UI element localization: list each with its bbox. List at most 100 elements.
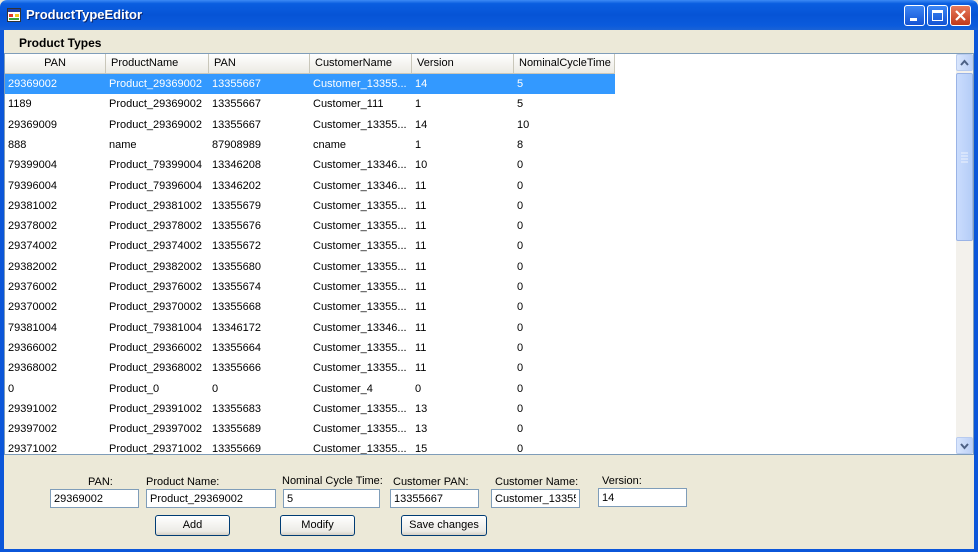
minimize-button[interactable] — [904, 5, 925, 26]
table-cell[interactable]: 11 — [412, 257, 514, 277]
table-cell[interactable]: 10 — [412, 155, 514, 175]
table-cell[interactable]: 13355672 — [209, 236, 310, 256]
table-cell[interactable]: 79399004 — [5, 155, 106, 175]
table-cell[interactable]: Customer_13355... — [310, 338, 412, 358]
table-cell[interactable]: 11 — [412, 338, 514, 358]
table-row[interactable]: 29397002 Product_29397002 13355689 Customer… — [5, 419, 615, 439]
table-row[interactable]: 29366002 Product_29366002 13355664 Customer… — [5, 338, 615, 358]
table-cell[interactable]: 29369009 — [5, 115, 106, 135]
version-input[interactable] — [598, 488, 687, 507]
table-cell[interactable]: Product_29382002 — [106, 257, 209, 277]
table-cell[interactable]: Product_79396004 — [106, 176, 209, 196]
table-cell[interactable]: Customer_13346... — [310, 176, 412, 196]
pan-input[interactable] — [50, 489, 139, 508]
table-cell[interactable]: Customer_13355... — [310, 419, 412, 439]
table-row[interactable]: 29381002 Product_29381002 13355679 Customer… — [5, 196, 615, 216]
table-cell[interactable]: 0 — [514, 176, 615, 196]
table-cell[interactable]: 13355668 — [209, 297, 310, 317]
table-cell[interactable]: 29369002 — [5, 74, 106, 94]
table-row[interactable]: 79381004 Product_79381004 13346172 Customer… — [5, 318, 615, 338]
table-cell[interactable]: 13355666 — [209, 358, 310, 378]
table-row[interactable]: 888 name 87908989 cname 1 8 — [5, 135, 615, 155]
table-cell[interactable]: 11 — [412, 236, 514, 256]
table-cell[interactable]: Customer_13355... — [310, 297, 412, 317]
table-cell[interactable]: 1 — [412, 135, 514, 155]
add-button[interactable]: Add — [155, 515, 230, 536]
table-cell[interactable]: Product_29376002 — [106, 277, 209, 297]
table-cell[interactable]: Product_29391002 — [106, 399, 209, 419]
table-cell[interactable]: Customer_13355... — [310, 74, 412, 94]
table-cell[interactable]: 11 — [412, 277, 514, 297]
table-row[interactable]: 29376002 Product_29376002 13355674 Customer… — [5, 277, 615, 297]
table-cell[interactable]: Customer_13355... — [310, 257, 412, 277]
table-row[interactable]: 29370002 Product_29370002 13355668 Customer… — [5, 297, 615, 317]
table-cell[interactable]: Product_29374002 — [106, 236, 209, 256]
table-row[interactable]: 29391002 Product_29391002 13355683 Customer… — [5, 399, 615, 419]
table-cell[interactable]: 29376002 — [5, 277, 106, 297]
table-cell[interactable]: 0 — [412, 379, 514, 399]
table-cell[interactable]: 29368002 — [5, 358, 106, 378]
table-cell[interactable]: 0 — [514, 277, 615, 297]
table-cell[interactable]: 29391002 — [5, 399, 106, 419]
table-cell[interactable]: Product_29368002 — [106, 358, 209, 378]
table-row[interactable]: 1189 Product_29369002 13355667 Customer_111… — [5, 94, 615, 114]
table-cell[interactable]: 0 — [514, 338, 615, 358]
table-cell[interactable]: Customer_13355... — [310, 399, 412, 419]
table-cell[interactable]: 11 — [412, 358, 514, 378]
table-cell[interactable]: 0 — [514, 257, 615, 277]
table-cell[interactable]: 0 — [514, 358, 615, 378]
table-cell[interactable]: 29378002 — [5, 216, 106, 236]
table-cell[interactable]: Customer_4 — [310, 379, 412, 399]
table-cell[interactable]: Product_29370002 — [106, 297, 209, 317]
table-cell[interactable]: Customer_13355... — [310, 115, 412, 135]
table-cell[interactable]: Product_0 — [106, 379, 209, 399]
table-cell[interactable]: 0 — [514, 379, 615, 399]
title-bar[interactable]: ProductTypeEditor — [0, 0, 978, 30]
table-cell[interactable]: 11 — [412, 216, 514, 236]
table-cell[interactable]: Customer_13355... — [310, 216, 412, 236]
table-cell[interactable]: cname — [310, 135, 412, 155]
column-header-version[interactable]: Version — [412, 54, 514, 73]
table-cell[interactable]: 8 — [514, 135, 615, 155]
table-row[interactable]: 29369002 Product_29369002 13355667 Customer… — [5, 74, 615, 94]
table-cell[interactable]: 29371002 — [5, 439, 106, 454]
table-cell[interactable]: Customer_13355... — [310, 439, 412, 454]
column-header-productname[interactable]: ProductName — [106, 54, 209, 73]
modify-button[interactable]: Modify — [280, 515, 355, 536]
save-changes-button[interactable]: Save changes — [401, 515, 487, 536]
table-cell[interactable]: 13346172 — [209, 318, 310, 338]
table-cell[interactable]: Customer_13346... — [310, 318, 412, 338]
table-cell[interactable]: Product_79399004 — [106, 155, 209, 175]
table-cell[interactable]: Customer_111 — [310, 94, 412, 114]
scroll-thumb[interactable] — [956, 73, 973, 241]
vertical-scrollbar[interactable] — [956, 54, 973, 454]
table-cell[interactable]: 1189 — [5, 94, 106, 114]
table-row[interactable]: 29382002 Product_29382002 13355680 Customer… — [5, 257, 615, 277]
table-cell[interactable]: Product_29397002 — [106, 419, 209, 439]
customer-pan-input[interactable] — [390, 489, 479, 508]
table-cell[interactable]: 79396004 — [5, 176, 106, 196]
table-cell[interactable]: 13355674 — [209, 277, 310, 297]
table-cell[interactable]: Product_29371002 — [106, 439, 209, 454]
table-cell[interactable]: 87908989 — [209, 135, 310, 155]
table-cell[interactable]: 5 — [514, 74, 615, 94]
scroll-up-button[interactable] — [956, 54, 973, 71]
table-cell[interactable]: name — [106, 135, 209, 155]
customer-name-input[interactable] — [491, 489, 580, 508]
table-cell[interactable]: 0 — [514, 318, 615, 338]
table-cell[interactable]: 29366002 — [5, 338, 106, 358]
maximize-button[interactable] — [927, 5, 948, 26]
table-cell[interactable]: 29397002 — [5, 419, 106, 439]
table-row[interactable]: 29374002 Product_29374002 13355672 Customer… — [5, 236, 615, 256]
table-cell[interactable]: 13355676 — [209, 216, 310, 236]
close-button[interactable] — [950, 5, 971, 26]
table-row[interactable]: 29371002 Product_29371002 13355669 Customer… — [5, 439, 615, 454]
table-cell[interactable]: Product_29381002 — [106, 196, 209, 216]
table-cell[interactable]: 13355667 — [209, 115, 310, 135]
table-row[interactable]: 29378002 Product_29378002 13355676 Customer… — [5, 216, 615, 236]
table-cell[interactable]: Product_29369002 — [106, 74, 209, 94]
table-cell[interactable]: 14 — [412, 74, 514, 94]
table-cell[interactable]: Product_29369002 — [106, 94, 209, 114]
table-cell[interactable]: Customer_13355... — [310, 236, 412, 256]
table-cell[interactable]: Customer_13355... — [310, 358, 412, 378]
